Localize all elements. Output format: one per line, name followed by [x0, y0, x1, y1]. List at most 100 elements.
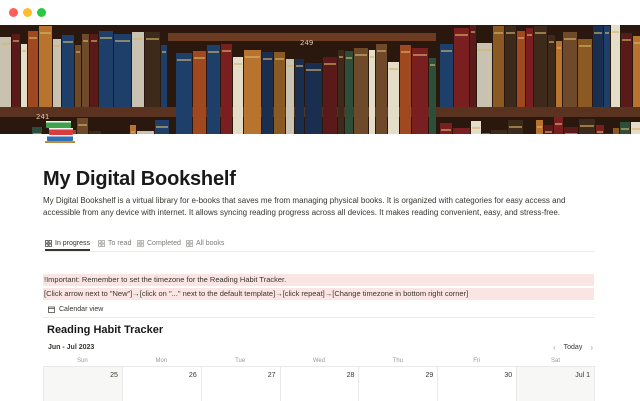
book-spine	[345, 51, 353, 134]
book-spine	[534, 26, 547, 107]
day-number: 28	[346, 372, 355, 379]
today-button[interactable]: Today	[564, 344, 583, 351]
minimize-window-button[interactable]	[23, 8, 32, 17]
day-number: 27	[267, 372, 276, 379]
book-spine	[295, 59, 304, 134]
book-band	[527, 34, 532, 36]
book-band	[296, 65, 303, 67]
book-spine	[556, 41, 562, 107]
book-band	[78, 124, 87, 126]
weekday-label: Mon	[155, 358, 168, 364]
book-band	[355, 54, 367, 56]
book-spine	[233, 57, 243, 134]
book-spine	[412, 48, 428, 134]
calendar-day-cell[interactable]: 25	[43, 367, 122, 401]
chevron-left-icon[interactable]: ‹	[553, 343, 556, 352]
book-spine	[305, 63, 322, 134]
book-spine	[578, 39, 592, 107]
book-band	[131, 131, 135, 133]
timezone-instructions-callout: [Click arrow next to "New"]→[click on ".…	[43, 288, 594, 300]
book-spine	[221, 44, 232, 134]
book-band	[509, 126, 522, 128]
page-title: My Digital Bookshelf	[43, 168, 236, 190]
calendar-nav: ‹ Today ›	[553, 343, 593, 352]
book-band	[471, 31, 475, 33]
book-spine	[505, 26, 516, 107]
book-spine	[176, 53, 192, 134]
calendar-icon	[48, 306, 55, 313]
book-spine	[526, 28, 533, 107]
book-spine	[244, 50, 261, 134]
book-spine	[376, 44, 387, 134]
cover-image: 249 241	[0, 25, 640, 134]
calendar-day-cell[interactable]: 26	[121, 367, 201, 401]
tab-all-books[interactable]: All books	[186, 236, 224, 250]
book-spine	[611, 25, 620, 107]
book-band	[401, 51, 410, 53]
weekday-label: Fri	[473, 358, 481, 364]
book-spine	[388, 62, 399, 134]
calendar-day-cell[interactable]: Jul 1	[516, 367, 595, 401]
book-spine	[53, 39, 61, 107]
close-window-button[interactable]	[9, 8, 18, 17]
book-band	[346, 57, 352, 59]
book-band	[208, 51, 219, 53]
book-spine	[482, 133, 490, 134]
book-band	[54, 45, 60, 47]
book-spine	[12, 34, 20, 107]
book-spine	[605, 133, 612, 134]
weekday-label: Sat	[551, 358, 561, 364]
tab-in-progress[interactable]: In progress	[45, 236, 91, 251]
book-band	[430, 64, 435, 66]
books-icon[interactable]	[42, 113, 78, 149]
book-spine	[75, 45, 81, 107]
book-spine	[82, 34, 89, 107]
book-spine	[114, 34, 131, 107]
book-band	[76, 51, 80, 53]
book-band	[63, 41, 73, 43]
book-band	[605, 32, 609, 34]
book-spine	[274, 52, 285, 134]
book-spine	[338, 50, 344, 134]
book-band	[222, 50, 231, 52]
shelf-label-249: 249	[300, 39, 313, 47]
book-band	[506, 32, 515, 34]
book-spine	[477, 43, 492, 107]
book-spine	[132, 32, 144, 107]
book-band	[13, 40, 19, 42]
day-number: 29	[425, 372, 434, 379]
book-band	[306, 69, 321, 71]
book-spine	[99, 31, 113, 107]
book-spine	[262, 52, 273, 134]
tab-to-read[interactable]: To read	[98, 236, 131, 250]
book-spine	[604, 26, 610, 107]
tab-completed[interactable]: Completed	[137, 236, 181, 250]
book-band	[632, 128, 640, 130]
day-number: 25	[110, 372, 118, 379]
book-band	[441, 50, 452, 52]
calendar-day-cell[interactable]: 30	[437, 367, 516, 401]
book-band	[194, 57, 205, 59]
book-band	[91, 40, 97, 42]
book-spine	[621, 33, 632, 107]
calendar-day-cell[interactable]: 29	[358, 367, 437, 401]
book-band	[565, 133, 577, 134]
book-band	[537, 126, 542, 128]
window-titlebar	[0, 0, 640, 25]
book-band	[455, 34, 468, 36]
book-band	[580, 125, 594, 127]
chevron-right-icon[interactable]: ›	[590, 343, 593, 352]
calendar-day-cell[interactable]: 27	[200, 367, 280, 401]
calendar-day-cell[interactable]: 28	[279, 367, 359, 401]
timezone-warning-callout: !Important: Remember to set the timezone…	[43, 274, 594, 286]
calendar-view-tab[interactable]: Calendar view	[48, 306, 103, 313]
book-spine	[517, 31, 525, 107]
book-spine	[137, 131, 154, 134]
book-spine	[354, 48, 368, 134]
book-band	[549, 41, 554, 43]
gallery-icon	[137, 239, 144, 247]
zoom-window-button[interactable]	[37, 8, 46, 17]
book-band	[100, 37, 112, 39]
book-band	[156, 126, 168, 128]
book-spine	[454, 28, 469, 107]
